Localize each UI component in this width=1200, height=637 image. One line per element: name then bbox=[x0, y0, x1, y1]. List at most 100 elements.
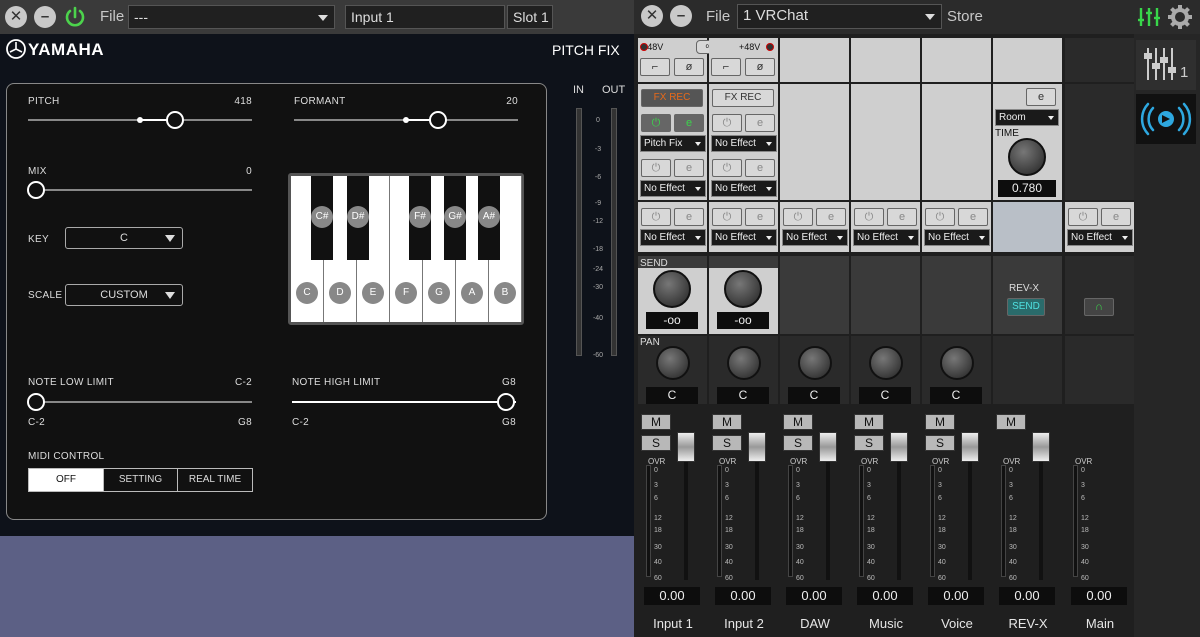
midi-off-button[interactable]: OFF bbox=[28, 468, 104, 492]
pan-knob[interactable] bbox=[940, 346, 974, 380]
key-dropdown[interactable]: C bbox=[65, 227, 183, 249]
note-low-slider-handle[interactable] bbox=[27, 393, 45, 411]
fader-handle[interactable] bbox=[748, 432, 766, 462]
fader-track[interactable] bbox=[826, 456, 830, 580]
input-select[interactable]: Input 1 bbox=[345, 5, 505, 29]
fader-track[interactable] bbox=[968, 456, 972, 580]
minimize-icon[interactable]: – bbox=[670, 5, 692, 27]
solo-button[interactable]: S bbox=[783, 435, 813, 451]
edit-icon[interactable]: e bbox=[1101, 208, 1131, 226]
edit-icon[interactable]: e bbox=[674, 208, 704, 226]
fx-rec-button[interactable]: FX REC bbox=[712, 89, 774, 107]
power-icon[interactable]: ⏻ bbox=[783, 208, 813, 226]
pitch-slider-handle[interactable] bbox=[166, 111, 184, 129]
phase-button[interactable]: ø bbox=[674, 58, 704, 76]
power-icon[interactable]: ⏻ bbox=[641, 159, 671, 177]
solo-button[interactable]: S bbox=[641, 435, 671, 451]
send-knob[interactable] bbox=[653, 270, 691, 308]
reverb-type-dropdown[interactable]: Room bbox=[995, 109, 1059, 126]
effect-dropdown[interactable]: No Effect bbox=[640, 229, 706, 246]
black-key[interactable]: D# bbox=[347, 176, 369, 260]
effect-dropdown[interactable]: No Effect bbox=[711, 180, 777, 197]
black-key[interactable]: F# bbox=[409, 176, 431, 260]
edit-icon[interactable]: e bbox=[958, 208, 988, 226]
fader-handle[interactable] bbox=[961, 432, 979, 462]
black-key[interactable]: A# bbox=[478, 176, 500, 260]
store-button[interactable]: Store bbox=[947, 8, 983, 25]
effect-dropdown[interactable]: No Effect bbox=[782, 229, 848, 246]
mixer-view-icon[interactable] bbox=[1137, 6, 1161, 28]
effect-dropdown[interactable]: Pitch Fix bbox=[640, 135, 706, 152]
mute-button[interactable]: M bbox=[996, 414, 1026, 430]
close-icon[interactable]: ✕ bbox=[5, 6, 27, 28]
hpf-button[interactable]: ⌐ bbox=[640, 58, 670, 76]
black-key[interactable]: G# bbox=[444, 176, 466, 260]
headphone-icon[interactable]: ∩ bbox=[1084, 298, 1114, 316]
edit-icon[interactable]: e bbox=[816, 208, 846, 226]
pan-knob[interactable] bbox=[869, 346, 903, 380]
mute-button[interactable]: M bbox=[641, 414, 671, 430]
send-knob[interactable] bbox=[724, 270, 762, 308]
edit-icon[interactable]: e bbox=[745, 114, 775, 132]
power-icon[interactable]: ⏻ bbox=[712, 114, 742, 132]
fader-handle[interactable] bbox=[1032, 432, 1050, 462]
reverb-time-knob[interactable] bbox=[1008, 138, 1046, 176]
edit-icon[interactable]: e bbox=[674, 114, 704, 132]
effect-dropdown[interactable]: No Effect bbox=[640, 180, 706, 197]
fader-track[interactable] bbox=[897, 456, 901, 580]
solo-button[interactable]: S bbox=[854, 435, 884, 451]
pan-knob[interactable] bbox=[798, 346, 832, 380]
phantom-indicator[interactable] bbox=[640, 43, 648, 51]
mute-button[interactable]: M bbox=[925, 414, 955, 430]
solo-button[interactable]: S bbox=[712, 435, 742, 451]
fader-handle[interactable] bbox=[890, 432, 908, 462]
fader-track[interactable] bbox=[755, 456, 759, 580]
edit-icon[interactable]: e bbox=[745, 208, 775, 226]
phantom-indicator[interactable] bbox=[766, 43, 774, 51]
phase-button[interactable]: ø bbox=[745, 58, 775, 76]
power-icon[interactable]: ⏻ bbox=[641, 114, 671, 132]
tab-streaming[interactable] bbox=[1136, 94, 1196, 144]
midi-setting-button[interactable]: SETTING bbox=[103, 468, 178, 492]
power-icon[interactable] bbox=[63, 5, 87, 29]
effect-dropdown[interactable]: No Effect bbox=[711, 135, 777, 152]
effect-dropdown[interactable]: No Effect bbox=[924, 229, 990, 246]
formant-slider-handle[interactable] bbox=[429, 111, 447, 129]
gear-icon[interactable] bbox=[1167, 4, 1193, 30]
effect-dropdown[interactable]: No Effect bbox=[1067, 229, 1133, 246]
slot-select[interactable]: Slot 1 bbox=[507, 5, 553, 29]
edit-icon[interactable]: e bbox=[745, 159, 775, 177]
power-icon[interactable]: ⏻ bbox=[854, 208, 884, 226]
reverb-edit-icon[interactable]: e bbox=[1026, 88, 1056, 106]
note-high-slider-track[interactable] bbox=[292, 401, 516, 403]
fader-track[interactable] bbox=[1039, 456, 1043, 580]
mute-button[interactable]: M bbox=[783, 414, 813, 430]
power-icon[interactable]: ⏻ bbox=[712, 159, 742, 177]
note-low-slider-track[interactable] bbox=[28, 401, 252, 403]
file-menu[interactable]: File bbox=[706, 8, 730, 25]
edit-icon[interactable]: e bbox=[887, 208, 917, 226]
tab-mixer[interactable]: 1 bbox=[1136, 40, 1196, 90]
fader-handle[interactable] bbox=[677, 432, 695, 462]
mix-slider-track[interactable] bbox=[28, 189, 252, 191]
power-icon[interactable]: ⏻ bbox=[641, 208, 671, 226]
power-icon[interactable]: ⏻ bbox=[925, 208, 955, 226]
pan-knob[interactable] bbox=[656, 346, 690, 380]
edit-icon[interactable]: e bbox=[674, 159, 704, 177]
fader-track[interactable] bbox=[684, 456, 688, 580]
power-icon[interactable]: ⏻ bbox=[712, 208, 742, 226]
note-high-slider-handle[interactable] bbox=[497, 393, 515, 411]
file-menu[interactable]: File bbox=[100, 8, 124, 25]
mix-slider-handle[interactable] bbox=[27, 181, 45, 199]
hpf-button[interactable]: ⌐ bbox=[711, 58, 741, 76]
pan-knob[interactable] bbox=[727, 346, 761, 380]
scale-dropdown[interactable]: CUSTOM bbox=[65, 284, 183, 306]
mute-button[interactable]: M bbox=[854, 414, 884, 430]
minimize-icon[interactable]: – bbox=[34, 6, 56, 28]
black-key[interactable]: C# bbox=[311, 176, 333, 260]
fader-handle[interactable] bbox=[819, 432, 837, 462]
close-icon[interactable]: ✕ bbox=[641, 5, 663, 27]
fx-rec-button[interactable]: FX REC bbox=[641, 89, 703, 107]
solo-button[interactable]: S bbox=[925, 435, 955, 451]
effect-dropdown[interactable]: No Effect bbox=[711, 229, 777, 246]
